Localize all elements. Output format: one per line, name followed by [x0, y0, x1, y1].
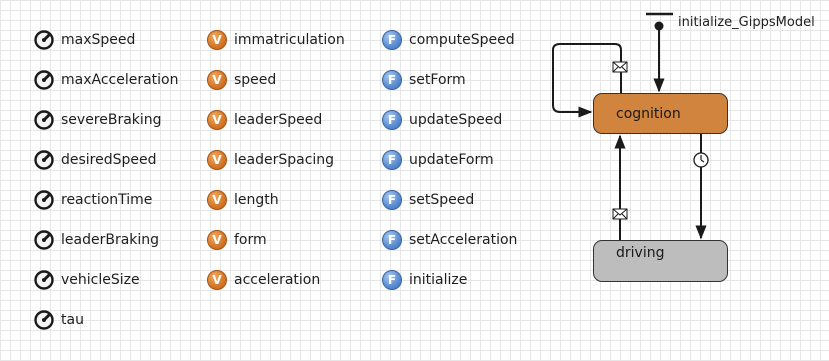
- transition-cognition-to-driving[interactable]: [693, 134, 709, 240]
- state-label: driving: [616, 245, 665, 261]
- variable-label: leaderSpacing: [234, 152, 335, 168]
- function-icon: F: [382, 110, 402, 130]
- function-label: initialize: [409, 272, 468, 288]
- function-icon: F: [382, 70, 402, 90]
- function-item-initialize[interactable]: F initialize: [382, 270, 467, 290]
- message-icon: [612, 61, 628, 73]
- parameter-item-leaderBraking[interactable]: leaderBraking: [34, 230, 159, 250]
- variable-icon: V: [207, 30, 227, 50]
- transition-driving-to-cognition[interactable]: [612, 134, 628, 240]
- parameter-icon: [34, 110, 54, 130]
- parameter-icon: [34, 30, 54, 50]
- function-item-updateSpeed[interactable]: F updateSpeed: [382, 110, 502, 130]
- parameter-item-maxAcceleration[interactable]: maxAcceleration: [34, 70, 179, 90]
- parameter-label: leaderBraking: [61, 232, 160, 248]
- variable-icon: V: [207, 70, 227, 90]
- variable-item-speed[interactable]: V speed: [207, 70, 276, 90]
- variable-icon: V: [207, 270, 227, 290]
- variable-icon: V: [207, 190, 227, 210]
- parameter-item-severeBraking[interactable]: severeBraking: [34, 110, 162, 130]
- variable-item-form[interactable]: V form: [207, 230, 267, 250]
- parameter-label: vehicleSize: [61, 272, 140, 288]
- variable-item-acceleration[interactable]: V acceleration: [207, 270, 320, 290]
- function-icon: F: [382, 30, 402, 50]
- function-item-setSpeed[interactable]: F setSpeed: [382, 190, 474, 210]
- variable-label: immatriculation: [234, 32, 345, 48]
- state-cognition[interactable]: cognition: [593, 93, 728, 134]
- parameter-icon: [34, 270, 54, 290]
- parameter-item-reactionTime[interactable]: reactionTime: [34, 190, 152, 210]
- function-label: updateSpeed: [409, 112, 503, 128]
- parameter-icon: [34, 310, 54, 330]
- variable-icon: V: [207, 110, 227, 130]
- function-icon: F: [382, 150, 402, 170]
- parameter-icon: [34, 70, 54, 90]
- parameter-label: tau: [61, 312, 84, 328]
- statechart-canvas: [552, 12, 709, 240]
- function-label: updateForm: [409, 152, 494, 168]
- variable-label: form: [234, 232, 267, 248]
- message-icon: [612, 208, 628, 220]
- entry-point-label[interactable]: initialize_GippsModel: [678, 15, 815, 30]
- function-label: setSpeed: [409, 192, 475, 208]
- variable-icon: V: [207, 150, 227, 170]
- variable-item-leaderSpeed[interactable]: V leaderSpeed: [207, 110, 322, 130]
- function-label: computeSpeed: [409, 32, 515, 48]
- parameter-icon: [34, 150, 54, 170]
- function-item-computeSpeed[interactable]: F computeSpeed: [382, 30, 515, 50]
- function-item-setForm[interactable]: F setForm: [382, 70, 466, 90]
- parameter-item-maxSpeed[interactable]: maxSpeed: [34, 30, 135, 50]
- statechart-entry-point[interactable]: [646, 12, 673, 93]
- function-label: setForm: [409, 72, 466, 88]
- function-item-setAcceleration[interactable]: F setAcceleration: [382, 230, 517, 250]
- timeout-icon: [693, 152, 709, 168]
- variable-item-immatriculation[interactable]: V immatriculation: [207, 30, 345, 50]
- variable-label: leaderSpeed: [234, 112, 323, 128]
- parameter-label: severeBraking: [61, 112, 162, 128]
- state-driving[interactable]: driving: [593, 240, 728, 282]
- parameter-item-vehicleSize[interactable]: vehicleSize: [34, 270, 140, 290]
- parameter-label: reactionTime: [61, 192, 153, 208]
- parameter-icon: [34, 190, 54, 210]
- parameter-icon: [34, 230, 54, 250]
- parameter-label: maxAcceleration: [61, 72, 179, 88]
- variable-item-leaderSpacing[interactable]: V leaderSpacing: [207, 150, 334, 170]
- variable-label: acceleration: [234, 272, 321, 288]
- parameter-label: maxSpeed: [61, 32, 136, 48]
- parameter-label: desiredSpeed: [61, 152, 157, 168]
- variable-item-length[interactable]: V length: [207, 190, 279, 210]
- function-icon: F: [382, 190, 402, 210]
- variable-label: speed: [234, 72, 277, 88]
- variable-icon: V: [207, 230, 227, 250]
- function-label: setAcceleration: [409, 232, 518, 248]
- state-label: cognition: [616, 105, 681, 122]
- entry-dot: [654, 21, 664, 31]
- variable-label: length: [234, 192, 279, 208]
- parameter-item-tau[interactable]: tau: [34, 310, 84, 330]
- function-item-updateForm[interactable]: F updateForm: [382, 150, 494, 170]
- parameter-item-desiredSpeed[interactable]: desiredSpeed: [34, 150, 157, 170]
- function-icon: F: [382, 230, 402, 250]
- function-icon: F: [382, 270, 402, 290]
